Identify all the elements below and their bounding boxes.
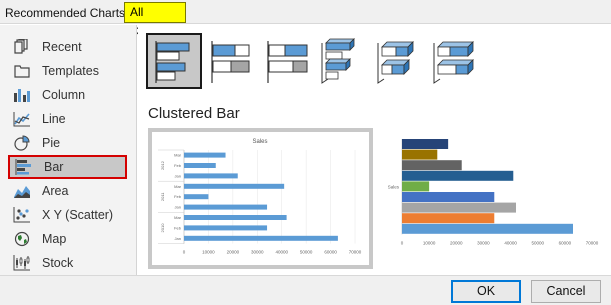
stock-chart-icon — [12, 254, 32, 272]
bar — [402, 192, 495, 202]
x-tick-label: 70000 — [586, 240, 599, 245]
sidebar-item-line[interactable]: Line — [8, 107, 127, 131]
100-stacked-bar-subtype[interactable] — [258, 33, 314, 89]
chart-type-sidebar: Recent Templates Column Line Pie Bar Are… — [0, 25, 137, 275]
sidebar-item-bar[interactable]: Bar — [8, 155, 127, 179]
bar — [184, 204, 268, 210]
bar — [184, 194, 209, 200]
bar — [402, 223, 573, 234]
x-tick-label: 40000 — [275, 250, 288, 255]
bar — [402, 160, 462, 171]
chart-preview-1-plot: Sales 0 10000 20000 30000 40000 50000 60000 7000… — [158, 139, 362, 255]
scatter-chart-icon — [12, 206, 32, 224]
sidebar-item-map[interactable]: Map — [8, 227, 127, 251]
bar — [184, 225, 268, 231]
x-tick-label: 20000 — [227, 250, 240, 255]
category-label: Mar — [174, 153, 182, 158]
x-tick-label: 70000 — [349, 250, 362, 255]
column-chart-icon — [12, 86, 32, 104]
chart-preview-2-plot: 0 10000 20000 30000 40000 50000 60000 70000 Sale… — [388, 139, 599, 245]
category-label: Jan — [175, 205, 181, 210]
x-tick-label: 50000 — [531, 240, 544, 245]
category-label: Feb — [174, 225, 182, 230]
chart-preview-1[interactable]: Sales 0 10000 20000 30000 40000 50000 60000 7000… — [148, 128, 373, 269]
bar — [402, 213, 495, 224]
chart-title: Sales — [252, 139, 267, 145]
recent-icon — [12, 38, 32, 56]
sidebar-item-templates[interactable]: Templates — [8, 59, 127, 83]
bar — [184, 152, 226, 158]
3d-stacked-bar-subtype[interactable] — [370, 33, 426, 89]
3d-100-stacked-bar-subtype[interactable] — [426, 33, 482, 89]
sidebar-item-label: Column — [42, 88, 86, 102]
cancel-button[interactable]: Cancel — [531, 280, 601, 303]
sidebar-item-label: Bar — [44, 160, 64, 174]
group-label: 2012 — [160, 160, 165, 170]
category-label: Jan — [175, 173, 181, 178]
map-icon — [12, 230, 32, 248]
x-tick-label: 10000 — [423, 240, 436, 245]
chart-subtype-title: Clustered Bar — [148, 105, 240, 122]
tab-bar: Recommended Charts All Charts — [0, 0, 611, 38]
group-label: 2010 — [160, 223, 165, 233]
x-tick-label: 20000 — [450, 240, 463, 245]
sidebar-item-label: Stock — [42, 256, 74, 270]
templates-icon — [12, 62, 32, 80]
dialog-footer: OK Cancel — [0, 275, 611, 305]
sidebar-item-area[interactable]: Area — [8, 179, 127, 203]
sidebar-item-label: Templates — [42, 64, 99, 78]
x-tick-label: 10000 — [202, 250, 215, 255]
pie-chart-icon — [12, 134, 32, 152]
tab-recommended-charts[interactable]: Recommended Charts — [0, 3, 132, 23]
bar — [184, 183, 285, 189]
category-label: Feb — [174, 194, 182, 199]
area-chart-icon — [12, 182, 32, 200]
bar — [402, 170, 514, 181]
sidebar-item-label: Map — [42, 232, 67, 246]
x-tick-label: 0 — [401, 240, 404, 245]
stacked-bar-subtype[interactable] — [202, 33, 258, 89]
category-label: Feb — [174, 163, 182, 168]
sidebar-item-scatter[interactable]: X Y (Scatter) — [8, 203, 127, 227]
category-label: Mar — [174, 215, 182, 220]
chart-gallery-panel: Clustered Bar Sales 0 10000 20000 30000 40000… — [138, 25, 611, 275]
x-tick-label: 60000 — [559, 240, 572, 245]
chart-preview-2[interactable]: 0 10000 20000 30000 40000 50000 60000 70000 Sale… — [382, 132, 606, 269]
tab-all-charts[interactable]: All Charts — [124, 2, 186, 38]
bar — [402, 149, 438, 160]
x-tick-label: 40000 — [504, 240, 517, 245]
category-label: Mar — [174, 184, 182, 189]
sidebar-item-pie[interactable]: Pie — [8, 131, 127, 155]
category-label: Sales — [388, 185, 400, 190]
bar — [402, 139, 449, 149]
sidebar-item-label: Area — [42, 184, 69, 198]
sidebar-item-label: Line — [42, 112, 66, 126]
sidebar-item-label: Recent — [42, 40, 82, 54]
bar — [402, 181, 430, 192]
x-tick-label: 30000 — [251, 250, 264, 255]
line-chart-icon — [12, 110, 32, 128]
group-label: 2011 — [160, 192, 165, 201]
bar-chart-icon — [14, 158, 34, 176]
x-tick-label: 0 — [183, 250, 186, 255]
x-tick-label: 50000 — [300, 250, 313, 255]
ok-button[interactable]: OK — [451, 280, 521, 303]
3d-clustered-bar-subtype[interactable] — [314, 33, 370, 89]
clustered-bar-subtype[interactable] — [146, 33, 202, 89]
category-label: Jan — [175, 236, 181, 241]
bar — [184, 173, 238, 179]
sidebar-item-stock[interactable]: Stock — [8, 251, 127, 275]
x-tick-label: 60000 — [324, 250, 337, 255]
sidebar-item-recent[interactable]: Recent — [8, 35, 127, 59]
bar — [402, 202, 516, 213]
x-tick-label: 30000 — [477, 240, 490, 245]
bar — [184, 215, 287, 220]
bar — [184, 163, 216, 168]
sidebar-item-label: X Y (Scatter) — [42, 208, 114, 222]
sidebar-item-label: Pie — [42, 136, 61, 150]
sidebar-item-column[interactable]: Column — [8, 83, 127, 107]
bar — [184, 235, 338, 241]
